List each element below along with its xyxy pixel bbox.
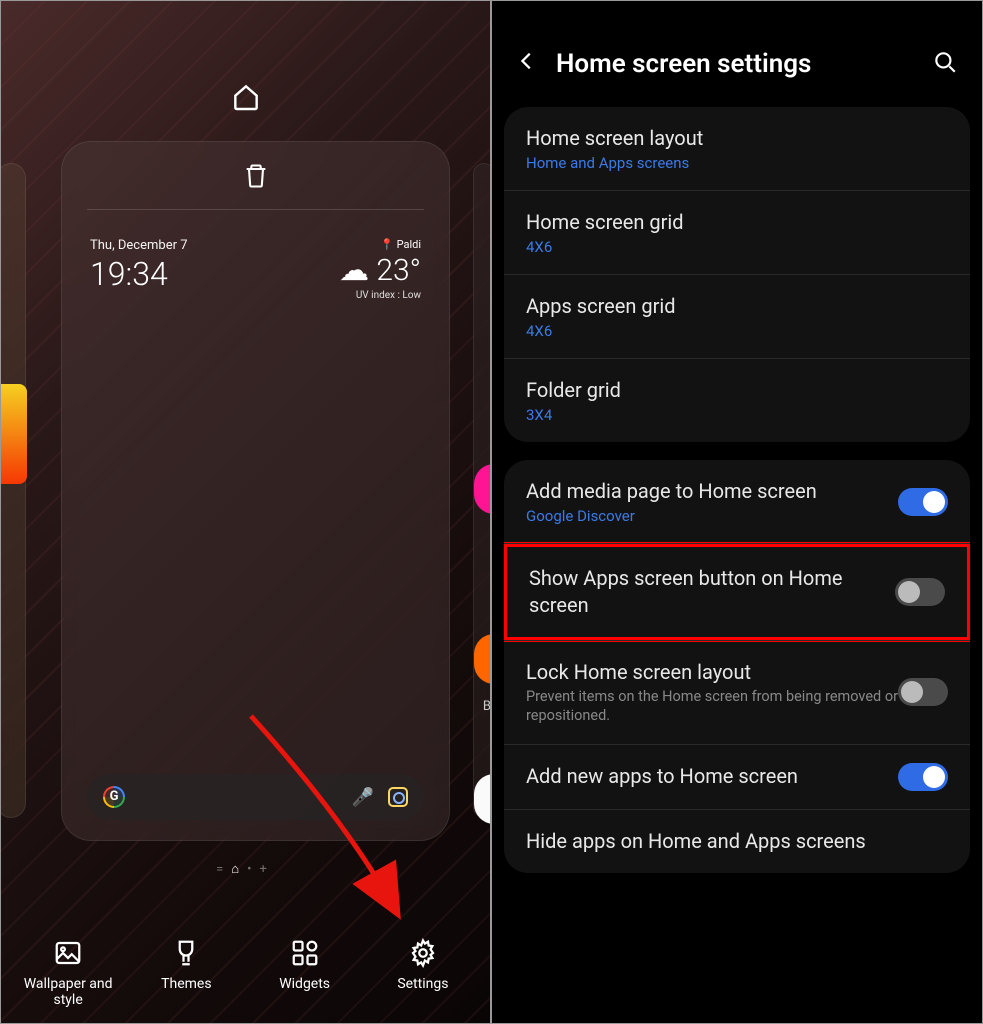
home-edit-screen: B Thu, December 7 19:34 📍 Paldi ☁ 23° UV… bbox=[0, 0, 491, 1024]
page-preview-main[interactable]: Thu, December 7 19:34 📍 Paldi ☁ 23° UV i… bbox=[61, 141, 450, 841]
settings-section-options: Add media page to Home screen Google Dis… bbox=[504, 460, 970, 873]
row-folder-grid[interactable]: Folder grid 3X4 bbox=[504, 359, 970, 442]
toggle-add-media-page[interactable] bbox=[898, 488, 948, 516]
row-home-screen-layout[interactable]: Home screen layout Home and Apps screens bbox=[504, 107, 970, 191]
header: Home screen settings bbox=[492, 1, 982, 107]
google-logo-icon bbox=[103, 786, 125, 808]
mic-icon[interactable]: 🎤 bbox=[352, 787, 374, 808]
toggle-show-apps-button[interactable] bbox=[895, 578, 945, 606]
delete-page-button[interactable] bbox=[87, 142, 424, 210]
back-button[interactable] bbox=[516, 49, 538, 79]
edit-toolbar: Wallpaper and style Themes Widgets Setti… bbox=[1, 938, 490, 1008]
row-lock-layout[interactable]: Lock Home screen layout Prevent items on… bbox=[504, 640, 970, 745]
wallpaper-button[interactable]: Wallpaper and style bbox=[13, 938, 123, 1008]
themes-button[interactable]: Themes bbox=[131, 938, 241, 1008]
uv-label: UV index : Low bbox=[339, 290, 421, 301]
page-preview-left[interactable] bbox=[0, 163, 26, 818]
page-preview-right[interactable]: B bbox=[473, 163, 491, 818]
date-label: Thu, December 7 bbox=[90, 238, 188, 253]
location-label: 📍 Paldi bbox=[339, 238, 421, 251]
settings-button[interactable]: Settings bbox=[368, 938, 478, 1008]
toggle-lock-layout[interactable] bbox=[898, 678, 948, 706]
row-add-new-apps[interactable]: Add new apps to Home screen bbox=[504, 745, 970, 810]
weather-widget[interactable]: Thu, December 7 19:34 📍 Paldi ☁ 23° UV i… bbox=[62, 210, 449, 301]
toggle-add-new-apps[interactable] bbox=[898, 763, 948, 791]
widgets-button[interactable]: Widgets bbox=[250, 938, 360, 1008]
temperature-label: ☁ 23° bbox=[339, 253, 421, 288]
settings-section-layout: Home screen layout Home and Apps screens… bbox=[504, 107, 970, 442]
row-hide-apps[interactable]: Hide apps on Home and Apps screens bbox=[504, 810, 970, 873]
page-title: Home screen settings bbox=[556, 49, 914, 79]
row-show-apps-button[interactable]: Show Apps screen button on Home screen bbox=[507, 547, 967, 637]
time-label: 19:34 bbox=[90, 255, 188, 293]
google-search-bar[interactable]: 🎤 bbox=[87, 774, 424, 820]
page-indicator: =⌂•+ bbox=[1, 861, 490, 877]
home-screen-settings: Home screen settings Home screen layout … bbox=[491, 0, 983, 1024]
lens-icon[interactable] bbox=[388, 787, 408, 807]
page-carousel[interactable]: B Thu, December 7 19:34 📍 Paldi ☁ 23° UV… bbox=[1, 141, 490, 841]
row-apps-screen-grid[interactable]: Apps screen grid 4X6 bbox=[504, 275, 970, 359]
row-add-media-page[interactable]: Add media page to Home screen Google Dis… bbox=[504, 460, 970, 544]
annotation-highlight: Show Apps screen button on Home screen bbox=[504, 542, 970, 642]
row-home-screen-grid[interactable]: Home screen grid 4X6 bbox=[504, 191, 970, 275]
search-button[interactable] bbox=[932, 49, 958, 79]
home-icon[interactable] bbox=[230, 81, 262, 117]
